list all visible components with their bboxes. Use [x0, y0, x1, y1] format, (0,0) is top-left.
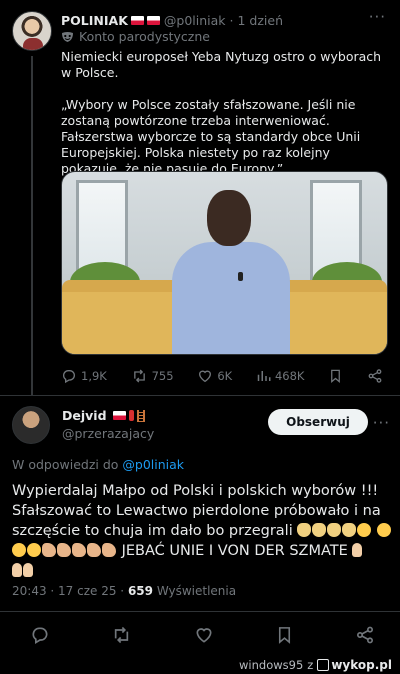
follow-button[interactable]: Obserwuj [268, 409, 368, 435]
clapping-hands-emoji-icon [342, 523, 357, 537]
divider [0, 395, 400, 396]
watermark-site: wykop.pl [331, 657, 392, 672]
laughing-emoji-icon [376, 523, 391, 537]
reply-author-avatar[interactable] [12, 406, 50, 444]
reply-to-handle[interactable]: @p0liniak [122, 457, 184, 472]
middle-finger-emoji-icon [352, 543, 363, 557]
flexed-biceps-emoji-icon [57, 543, 71, 557]
share-button[interactable] [367, 368, 383, 384]
views-button[interactable]: 468K [256, 368, 305, 384]
thread-line [31, 56, 33, 396]
tweet-time[interactable]: · 1 dzień [230, 13, 283, 28]
reply-text: Wypierdalaj Małpo od Polski i polskich w… [12, 481, 392, 581]
laughing-emoji-icon [12, 543, 26, 557]
poland-flag-icon [146, 15, 160, 25]
reply-author-handle[interactable]: @przerazajacy [62, 426, 154, 441]
middle-finger-emoji-icon [12, 563, 22, 577]
author-name[interactable]: POLINIAK [61, 13, 128, 28]
tweet-actions: 1,9K 755 6K 468K [61, 366, 383, 386]
share-icon [368, 369, 382, 383]
more-icon[interactable]: ··· [369, 8, 386, 26]
poland-flag-icon [130, 15, 144, 25]
reply-text-tail: JEBAĆ UNIE I VON DER SZMATE [121, 543, 348, 559]
lapel-mic [238, 272, 243, 281]
reply-actions [30, 624, 375, 646]
reply-time[interactable]: 20:43 · 17 cze 25 · [12, 584, 124, 598]
reply-meta: 20:43 · 17 cze 25 · 659 Wyświetlenia [12, 584, 236, 598]
tweet-quote: „Wybory w Polsce zostały sfałszowane. Je… [61, 97, 361, 176]
tweet-image[interactable] [61, 171, 388, 355]
reply-icon[interactable] [30, 625, 50, 645]
fire-extinguisher-icon [128, 410, 134, 421]
views-icon [257, 371, 271, 381]
wykop-logo-icon [317, 658, 330, 671]
reply-views-count: 659 [127, 584, 153, 598]
reply-to-line: W odpowiedzi do @p0liniak [12, 457, 184, 472]
laughing-emoji-icon [27, 543, 41, 557]
views-count: 468K [274, 369, 305, 383]
flexed-biceps-emoji-icon [102, 543, 116, 557]
like-icon[interactable] [194, 625, 214, 645]
watermark: windows95 z wykop.pl [239, 655, 392, 674]
middle-finger-emoji-icon [23, 563, 33, 577]
author-avatar[interactable] [12, 11, 52, 51]
ladder-icon [136, 409, 145, 422]
reply-views-label: Wyświetlenia [156, 584, 237, 598]
repost-button[interactable]: 755 [131, 368, 174, 384]
like-button[interactable]: 6K [197, 368, 232, 384]
flexed-biceps-emoji-icon [72, 543, 86, 557]
reply-button[interactable]: 1,9K [61, 368, 107, 384]
reply-count: 1,9K [81, 369, 107, 383]
clapping-hands-emoji-icon [297, 523, 312, 537]
clapping-hands-emoji-icon [327, 523, 342, 537]
flexed-biceps-emoji-icon [42, 543, 56, 557]
bookmark-icon [331, 369, 341, 383]
divider [0, 611, 400, 612]
person-shirt [172, 242, 290, 354]
like-count: 6K [217, 369, 233, 383]
watermark-conj: z [307, 657, 314, 672]
tweet-intro: Niemiecki europoseł Yeba Nytuzg ostro o … [61, 49, 382, 80]
person-head [207, 190, 251, 246]
repost-icon[interactable] [111, 625, 132, 645]
share-icon[interactable] [355, 625, 375, 645]
parody-badge: Konto parodystyczne [61, 29, 210, 44]
author-handle[interactable]: @p0liniak [164, 13, 226, 28]
parent-tweet[interactable]: POLINIAK @p0liniak · 1 dzień ··· Konto p… [0, 0, 400, 396]
clapping-hands-emoji-icon [312, 523, 327, 537]
tweet-header: POLINIAK @p0liniak · 1 dzień [61, 10, 361, 30]
laughing-emoji-icon [357, 523, 372, 537]
parody-label: Konto parodystyczne [79, 29, 210, 44]
watermark-user: windows95 [239, 657, 304, 672]
reply-to-prefix: W odpowiedzi do [12, 457, 119, 472]
flexed-biceps-emoji-icon [87, 543, 101, 557]
repost-icon [133, 369, 145, 383]
more-icon[interactable]: ··· [373, 414, 390, 432]
reply-icon [63, 370, 75, 384]
reply-author-name[interactable]: Dejvid [62, 408, 107, 423]
bookmark-icon[interactable] [275, 625, 294, 645]
reply-author-name-row: Dejvid [62, 408, 145, 423]
parody-mask-icon [62, 31, 73, 42]
repost-count: 755 [151, 369, 174, 383]
bookmark-button[interactable] [328, 368, 343, 384]
like-icon [199, 370, 212, 383]
poland-flag-icon [112, 411, 126, 420]
wykop-logo: wykop.pl [317, 658, 392, 672]
